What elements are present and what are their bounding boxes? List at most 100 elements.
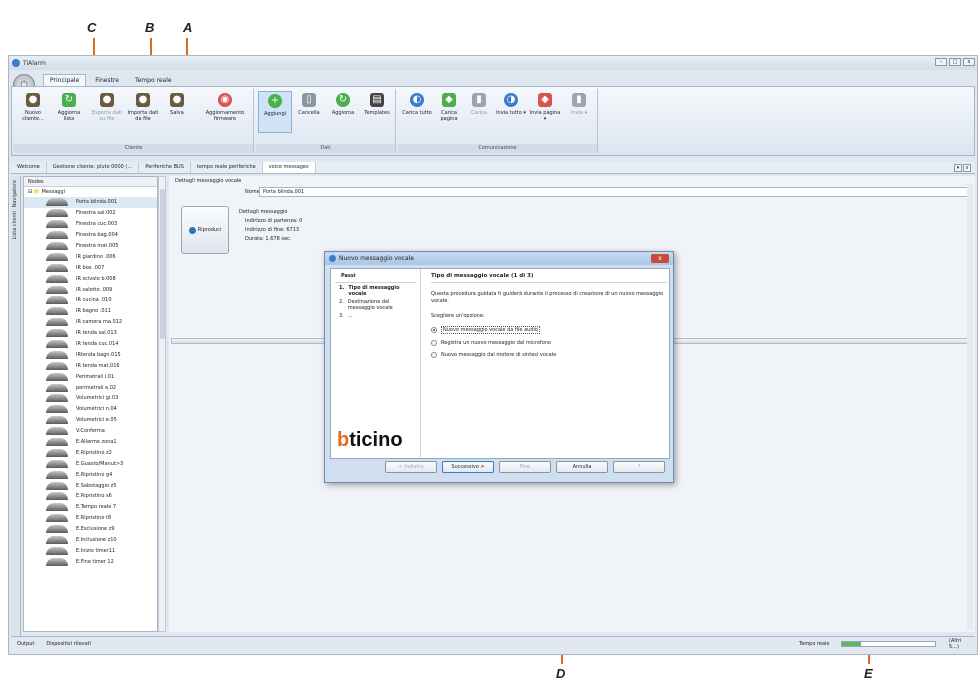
tree-item[interactable]: IR cucina .010 [24,295,157,306]
tree-item[interactable]: E.Esclusione z9 [24,524,157,535]
tree-item-label: E.Tempo reale 7 [76,504,117,511]
tree-item[interactable]: Perimetrali i.01 [24,371,157,382]
cancel-button[interactable]: Annulla [556,461,608,473]
speaker-dome-icon [46,459,68,468]
tree-item[interactable]: perimetrali e.02 [24,382,157,393]
finish-button[interactable]: Fine [499,461,551,473]
aggiungi-button[interactable]: + Aggiungi [258,91,292,133]
aggiorna-button[interactable]: ↻ Aggiorna [326,91,360,116]
play-button[interactable]: Riproduci [181,206,229,254]
tree-item[interactable]: IR tenda mat.016 [24,360,157,371]
tree-item[interactable]: Finestra bag.004 [24,230,157,241]
radio-file-audio[interactable] [431,327,437,333]
tree-item[interactable]: V.Conferma [24,426,157,437]
tree-item[interactable]: E.Tempo reale 7 [24,502,157,513]
maximize-button[interactable]: □ [949,58,961,66]
tree-item[interactable]: E.Ripristino t8 [24,513,157,524]
tree-item[interactable]: E.Sabotaggio z5 [24,480,157,491]
trash-icon: ▯ [302,93,316,107]
tab-gestione-cliente[interactable]: Gestione cliente: pluto 0000 (… [47,162,140,173]
tree-scroll-thumb[interactable] [160,189,165,339]
pane-menu-button[interactable]: ▾ [954,164,962,172]
salva-button[interactable]: ● Salva [160,91,194,116]
realtime-status: Tempo reale [799,640,830,647]
tree-item[interactable]: IR tenda sal.013 [24,328,157,339]
tab-periferiche-bus[interactable]: Periferiche BUS [139,162,191,173]
tree-item[interactable]: E.Inizio timer11 [24,546,157,557]
carica-tutto-button[interactable]: ◐ Carica tutto [400,91,434,116]
tree-item[interactable]: IR salotto .009 [24,284,157,295]
option-tts[interactable]: Nuovo messaggio dal motore di sintesi vo… [431,352,667,358]
tree-item[interactable]: E.Allarme zona1 [24,437,157,448]
tree-item-label: IR tenda cuc.014 [76,341,119,348]
carica-button[interactable]: ▮ Carica [462,91,496,116]
tree-item[interactable]: E.Ripristino z2 [24,447,157,458]
back-button[interactable]: < Indietro [385,461,437,473]
tree-scrollbar[interactable] [158,176,166,632]
speaker-dome-icon [46,438,68,447]
tab-voice-messages[interactable]: voice messages [262,162,316,173]
tree-item-label: IR tenda mat.016 [76,362,120,369]
aggiorna-lista-button[interactable]: ↻ Aggiorna lista [52,91,86,122]
option-microphone[interactable]: Registra un nuovo messaggio dal microfon… [431,340,667,346]
tree-item[interactable]: E.Inclusione z10 [24,535,157,546]
navigatore-tab[interactable]: Navigatore [12,180,18,207]
nuovo-cliente-button[interactable]: ● Nuovo cliente... [16,91,50,122]
tree-item[interactable]: IR bagno .011 [24,306,157,317]
invia-button[interactable]: ▮ Invia ▾ [562,91,596,116]
speaker-dome-icon [46,503,68,512]
speaker-dome-icon [46,231,68,240]
templates-button[interactable]: ▤ Templates [360,91,394,116]
tree-item[interactable]: Volumetrici n.04 [24,404,157,415]
name-input[interactable]: Porta blinda.001 [259,187,971,197]
esporta-dati-button[interactable]: ● Esporta dati su file [90,91,124,122]
end-address: Indirizzo di fine: 6713 [245,227,300,233]
radio-tts[interactable] [431,352,437,358]
tree-item[interactable]: Finestra sal.002 [24,208,157,219]
speaker-dome-icon [46,198,68,207]
tree-item[interactable]: Finestra cuc.003 [24,219,157,230]
tree-item[interactable]: Porta blinda.001 [24,197,157,208]
invia-tutto-button[interactable]: ◑ Invia tutto ▾ [494,91,528,116]
document-tabs: Welcome Gestione cliente: pluto 0000 (… … [11,162,975,174]
tree-item[interactable]: IR giardino .006 [24,251,157,262]
close-button[interactable]: x [963,58,975,66]
dialog-close-button[interactable]: x [651,254,669,263]
importa-dati-label: Importa dati da file [127,110,159,122]
detail-scrollbar[interactable] [967,184,973,630]
tree-item[interactable]: IR tenda cuc.014 [24,339,157,350]
tree-item[interactable]: E.Guasto/Manut>3 [24,458,157,469]
status-bar: Output Dispositivi rilevati Tempo reale … [11,636,975,650]
option-file-audio[interactable]: Nuovo messaggio vocale da file audio [431,326,667,334]
tree-item[interactable]: IR camera ma.012 [24,317,157,328]
tree-item-label: IR box .007 [76,264,105,271]
tree-item-label: E.Ripristino s6 [76,493,112,500]
tree-item[interactable]: Finestra mat.005 [24,241,157,252]
invia-pagina-button[interactable]: ◆ Invia pagina ▾ [528,91,562,122]
tree-item[interactable]: Volumetrici gi.03 [24,393,157,404]
side-strip: Navigatore Lista clienti [11,176,21,636]
cancella-button[interactable]: ▯ Cancella [292,91,326,116]
tree-item[interactable]: IR scivolo b.008 [24,273,157,284]
pane-close-button[interactable]: x [963,164,971,172]
lista-clienti-tab[interactable]: Lista clienti [12,211,18,240]
tab-welcome[interactable]: Welcome [11,162,47,173]
tree-item[interactable]: E.Ripristino s6 [24,491,157,502]
tree-item-label: Volumetrici n.04 [76,406,117,413]
tree-root-messaggi[interactable]: ⊟ 📁 Messaggi [24,187,157,197]
tree-item[interactable]: IRtenda bagn.015 [24,349,157,360]
importa-dati-button[interactable]: ● Importa dati da file [126,91,160,122]
next-button[interactable]: Successivo > [442,461,494,473]
callout-c: C [87,20,97,35]
carica-pagina-button[interactable]: ◆ Carica pagina [432,91,466,122]
aggiornamento-firmware-button[interactable]: ◉ Aggiornamento firmware [202,91,248,122]
tree-item[interactable]: E.Fine timer 12 [24,556,157,567]
tree-item[interactable]: Volumetrici e.05 [24,415,157,426]
help-button[interactable]: ? [613,461,665,473]
radio-microphone[interactable] [431,340,437,346]
output-tab[interactable]: Output [11,641,40,647]
minimize-button[interactable]: – [935,58,947,66]
tab-tempo-reale-periferiche[interactable]: tempo reale periferiche [191,162,263,173]
tree-item[interactable]: IR box .007 [24,262,157,273]
tree-item[interactable]: E.Ripristino g4 [24,469,157,480]
